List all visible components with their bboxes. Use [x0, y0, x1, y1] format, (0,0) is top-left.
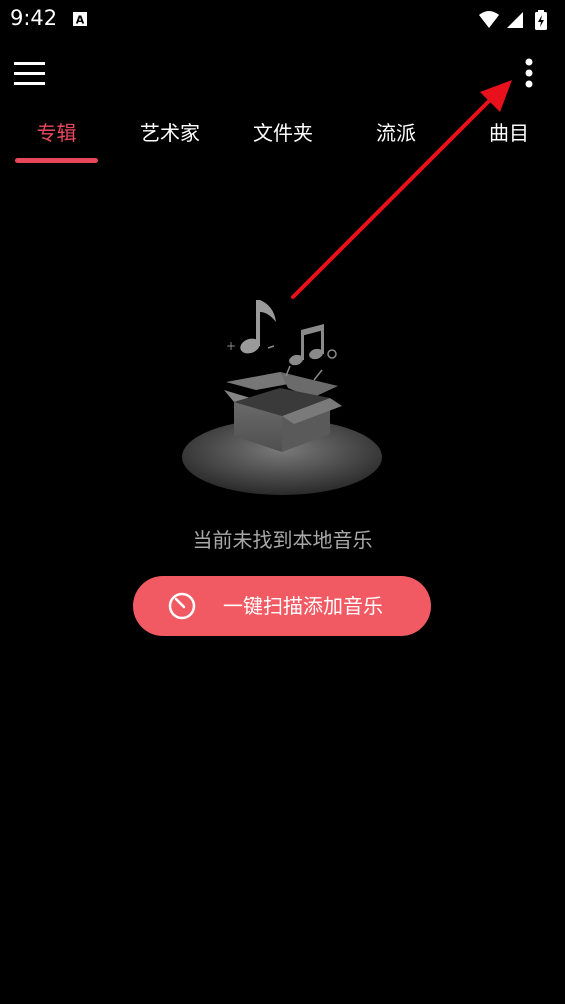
battery-charging-icon [535, 10, 547, 30]
empty-state-message: 当前未找到本地音乐 [192, 528, 373, 552]
status-icons [479, 10, 547, 30]
music-box-illustration: + [182, 300, 382, 495]
scan-button-label: 一键扫描添加音乐 [223, 594, 383, 618]
svg-text:A: A [76, 14, 85, 27]
tab-albums[interactable]: 专辑 [15, 118, 98, 148]
a-notification-icon: A [73, 12, 87, 27]
status-time: 9:42 [10, 6, 58, 30]
tab-tracks[interactable]: 曲目 [473, 118, 545, 148]
tab-genres[interactable]: 流派 [360, 118, 432, 148]
menu-button[interactable] [12, 58, 48, 90]
tab-indicator [15, 158, 98, 163]
scan-add-music-button[interactable]: 一键扫描添加音乐 [133, 576, 431, 636]
tab-artists[interactable]: 艺术家 [127, 118, 213, 148]
scan-clock-icon [168, 592, 196, 620]
screen: 9:42 A 专辑 艺术家 文件夹 流派 曲目 + 当前未找到本地音乐 一键扫描… [0, 0, 565, 1004]
status-bar: 9:42 A [0, 0, 565, 38]
tab-folders[interactable]: 文件夹 [240, 118, 326, 148]
svg-text:+: + [226, 339, 236, 353]
more-options-button[interactable] [512, 54, 546, 94]
wifi-icon [479, 11, 499, 28]
signal-icon [507, 12, 523, 28]
tab-bar: 专辑 艺术家 文件夹 流派 曲目 [0, 106, 565, 166]
more-vertical-icon [525, 58, 533, 88]
double-music-note-icon [289, 324, 324, 366]
hamburger-menu-icon [14, 62, 45, 85]
